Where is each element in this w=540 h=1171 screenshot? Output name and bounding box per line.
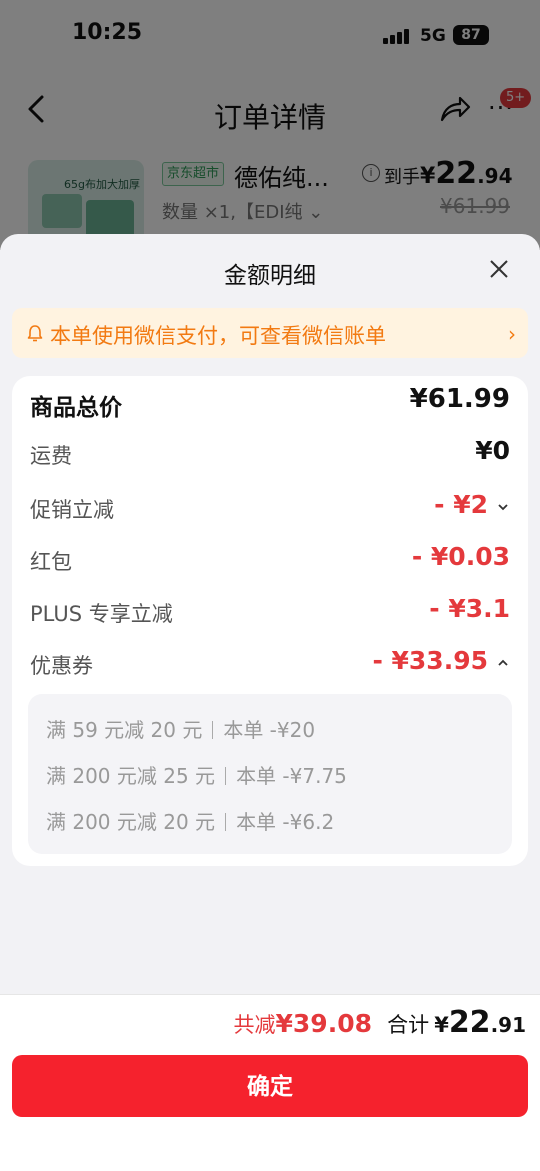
background-page: 10:25 5G 87 订单详情 ··· 5+ 65g布加大加厚 京东超市 德佑…	[0, 0, 540, 250]
bell-icon	[27, 325, 43, 342]
saved-amount: ¥39.08	[275, 1009, 372, 1038]
row-value: - ¥2	[434, 490, 488, 519]
dim-overlay[interactable]	[0, 0, 540, 250]
order-summary: 共减¥39.08 合计 ¥22.91	[234, 1005, 526, 1040]
row-label: 商品总价	[30, 395, 122, 421]
row-shipping: 运费 ¥0	[30, 436, 510, 476]
coupon-rule: 满 200 元减 20 元	[46, 810, 216, 834]
row-coupon[interactable]: 优惠券 - ¥33.95	[30, 646, 510, 686]
coupon-amount: 本单 -¥6.2	[236, 810, 335, 834]
sheet-title: 金额明细	[224, 263, 316, 289]
separator	[225, 767, 227, 785]
total-integer: 22	[448, 1005, 491, 1040]
coupon-item: 满 200 元减 20 元本单 -¥6.2	[46, 806, 334, 835]
confirm-button[interactable]: 确定	[12, 1055, 528, 1117]
total-currency: ¥	[434, 1013, 449, 1037]
row-value: - ¥3.1	[429, 594, 510, 623]
coupon-rule: 满 200 元减 25 元	[46, 764, 216, 788]
row-total-price: 商品总价 ¥61.99	[30, 384, 510, 424]
row-value: ¥0	[475, 436, 510, 465]
saved-label: 共减	[233, 1013, 276, 1037]
amount-card: 商品总价 ¥61.99 运费 ¥0 促销立减 - ¥2 红包 - ¥0.03 P…	[12, 376, 528, 866]
wechat-bill-notice[interactable]: 本单使用微信支付，可查看微信账单 ›	[12, 308, 528, 358]
row-plus-discount: PLUS 专享立减 - ¥3.1	[30, 594, 510, 634]
row-value: - ¥33.95	[372, 646, 488, 675]
coupon-item: 满 200 元减 25 元本单 -¥7.75	[46, 760, 347, 789]
total-decimal: .91	[490, 1013, 526, 1037]
row-value: ¥61.99	[409, 384, 510, 414]
row-label: 促销立减	[30, 498, 114, 522]
separator	[212, 721, 214, 739]
row-promotion[interactable]: 促销立减 - ¥2	[30, 490, 510, 530]
coupon-amount: 本单 -¥7.75	[236, 764, 347, 788]
coupon-item: 满 59 元减 20 元本单 -¥20	[46, 714, 315, 743]
chevron-right-icon: ›	[508, 322, 516, 346]
row-label: 运费	[30, 444, 72, 468]
chevron-down-icon	[498, 504, 508, 511]
row-value: - ¥0.03	[411, 542, 510, 571]
row-label: PLUS 专享立减	[30, 602, 173, 626]
separator	[225, 813, 227, 831]
close-icon[interactable]	[486, 256, 512, 282]
chevron-up-icon	[498, 659, 508, 666]
row-label: 优惠券	[30, 654, 93, 678]
row-label: 红包	[30, 550, 72, 574]
coupon-detail-box: 满 59 元减 20 元本单 -¥20 满 200 元减 25 元本单 -¥7.…	[28, 694, 512, 854]
total-label: 合计	[387, 1013, 430, 1037]
row-red-packet: 红包 - ¥0.03	[30, 542, 510, 582]
coupon-amount: 本单 -¥20	[223, 718, 316, 742]
notice-text: 本单使用微信支付，可查看微信账单	[50, 324, 386, 348]
coupon-rule: 满 59 元减 20 元	[46, 718, 203, 742]
footer-bar: 共减¥39.08 合计 ¥22.91 确定	[0, 994, 540, 1171]
